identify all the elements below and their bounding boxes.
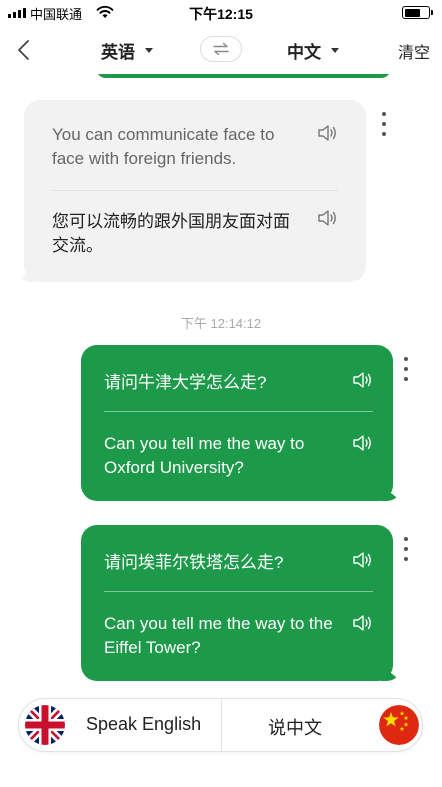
message-source-text: You can communicate face to face with fo… [52,100,338,190]
message-timestamp: 下午 12:14:12 [180,316,262,331]
status-time: 下午12:15 [189,6,253,22]
message-translation: Can you tell me the way to the Eiffel To… [104,592,373,660]
message-translation: Can you tell me the way to Oxford Univer… [104,412,373,480]
source-text: You can communicate face to face with fo… [52,125,275,168]
swap-icon [213,42,229,56]
speak-chinese-label: 说中文 [268,718,322,738]
message-source-text: 请问牛津大学怎么走? [104,345,373,411]
uk-flag-icon [25,705,65,745]
back-arrow-icon[interactable] [14,38,36,62]
speaker-icon[interactable] [351,549,373,571]
translation-text: Can you tell me the way to the Eiffel To… [104,614,333,657]
caret-down-icon [331,48,339,53]
sent-message-bubble[interactable]: 请问牛津大学怎么走? Can you tell me the way to Ox… [81,345,393,501]
translation-text: Can you tell me the way to Oxford Univer… [104,434,305,477]
speak-english-label: Speak English [86,714,202,734]
battery-icon [402,6,433,19]
target-language-selector[interactable]: 中文 [287,38,339,63]
clear-button[interactable]: 清空 [398,39,430,63]
more-vertical-icon[interactable] [378,112,390,136]
status-bar: 中国联通 下午12:15 [0,0,442,26]
speaker-icon[interactable] [316,122,338,144]
conversation-list[interactable]: You can communicate face to face with fo… [0,74,442,696]
source-language-selector[interactable]: 英语 [101,38,153,63]
sent-message-bubble[interactable]: 请问埃菲尔铁塔怎么走? Can you tell me the way to t… [81,525,393,681]
target-language-label: 中文 [287,43,321,62]
caret-down-icon [145,48,153,53]
header: 英语 中文 清空 [0,26,442,74]
more-vertical-icon[interactable] [400,357,412,381]
more-vertical-icon[interactable] [400,537,412,561]
translation-text: 您可以流畅的跟外国朋友面对面交流。 [52,212,290,255]
speaker-icon[interactable] [351,432,373,454]
speak-chinese-button[interactable]: 说中文 [222,699,423,751]
source-text: 请问牛津大学怎么走? [104,373,267,392]
message-source-text: 请问埃菲尔铁塔怎么走? [104,525,373,591]
swap-languages-button[interactable] [200,36,242,62]
source-language-label: 英语 [101,43,135,62]
speaker-icon[interactable] [316,207,338,229]
speak-english-button[interactable]: Speak English [19,699,221,751]
speaker-icon[interactable] [351,612,373,634]
speak-bar: Speak English 说中文 [18,698,423,752]
message-translation: 您可以流畅的跟外国朋友面对面交流。 [52,191,338,258]
source-text: 请问埃菲尔铁塔怎么走? [104,553,284,572]
received-message-bubble[interactable]: You can communicate face to face with fo… [24,100,366,282]
previous-message-bubble [96,74,391,78]
speaker-icon[interactable] [351,369,373,391]
china-flag-icon [379,705,419,745]
